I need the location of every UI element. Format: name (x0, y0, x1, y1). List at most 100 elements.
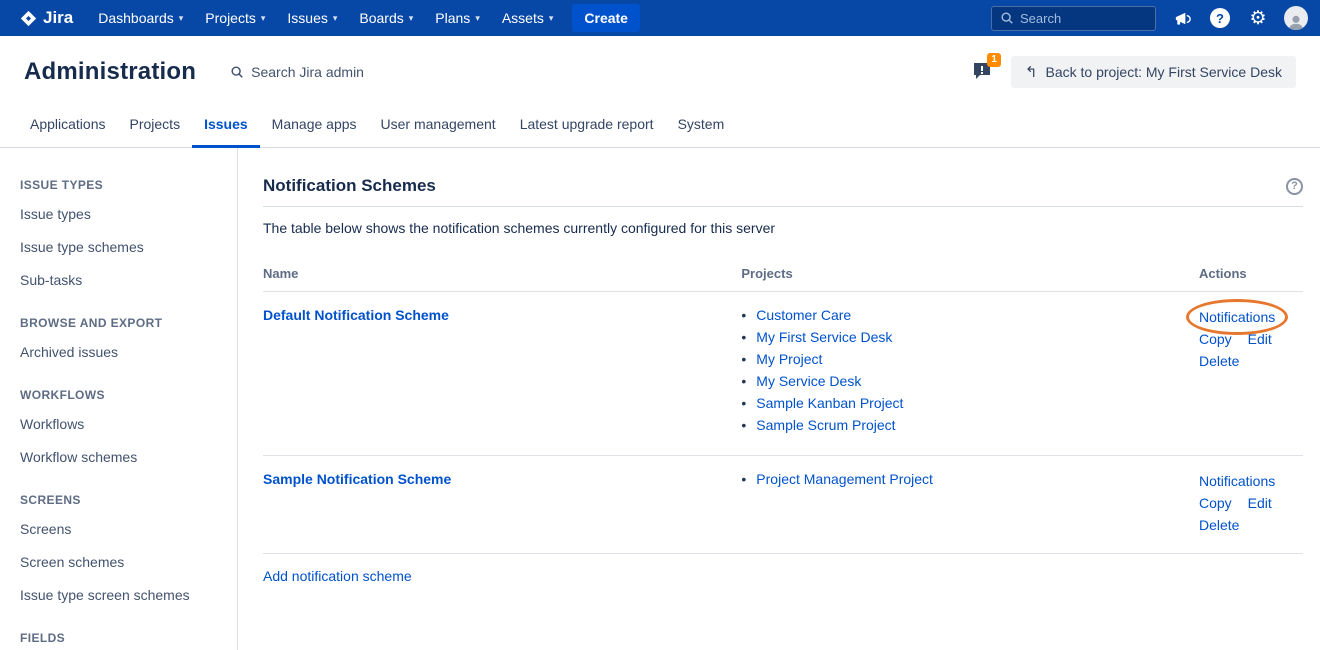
chevron-down-icon: ▾ (333, 13, 338, 24)
nav-assets[interactable]: Assets▾ (491, 0, 565, 36)
chevron-down-icon: ▾ (179, 13, 184, 24)
projects-list: Project Management Project (741, 471, 1199, 487)
notifications-link[interactable]: Notifications (1199, 473, 1275, 489)
list-item: Customer Care (741, 307, 1199, 323)
tab-manage-apps[interactable]: Manage apps (260, 106, 369, 147)
project-link[interactable]: Sample Kanban Project (756, 395, 903, 411)
sidebar-section-title: WORKFLOWS (20, 388, 227, 402)
copy-link[interactable]: Copy (1199, 331, 1232, 347)
tab-issues[interactable]: Issues (192, 106, 260, 148)
list-item: My Service Desk (741, 373, 1199, 389)
help-icon[interactable]: ? (1208, 6, 1232, 30)
table-row: Sample Notification Scheme Project Manag… (263, 456, 1303, 554)
project-link[interactable]: Project Management Project (756, 471, 933, 487)
feedback-badge: 1 (987, 53, 1001, 67)
global-search[interactable] (991, 6, 1156, 31)
sidebar-item-sub-tasks[interactable]: Sub-tasks (20, 272, 227, 288)
sidebar-section-issue-types: ISSUE TYPES Issue types Issue type schem… (20, 178, 227, 288)
search-icon (1000, 11, 1014, 25)
project-link[interactable]: Customer Care (756, 307, 851, 323)
project-link[interactable]: My Project (756, 351, 822, 367)
sidebar-item-screen-schemes[interactable]: Screen schemes (20, 554, 227, 570)
edit-link[interactable]: Edit (1248, 495, 1272, 511)
navbar-right: ? ⚙ (991, 6, 1308, 31)
chevron-down-icon: ▾ (549, 13, 554, 24)
main-content: Notification Schemes ? The table below s… (238, 148, 1320, 650)
sidebar-item-archived-issues[interactable]: Archived issues (20, 344, 227, 360)
search-icon (230, 65, 244, 79)
section-title: Notification Schemes (263, 176, 436, 196)
sidebar-item-screens[interactable]: Screens (20, 521, 227, 537)
nav-dashboards[interactable]: Dashboards▾ (87, 0, 194, 36)
feedback-icon[interactable]: 1 (971, 60, 997, 84)
sidebar-section-fields: FIELDS Custom fields (20, 631, 227, 650)
nav-projects[interactable]: Projects▾ (194, 0, 276, 36)
actions-cell: Notifications Copy Edit Delete (1199, 471, 1303, 536)
tab-projects[interactable]: Projects (118, 106, 193, 147)
top-navbar: Jira Dashboards▾ Projects▾ Issues▾ Board… (0, 0, 1320, 36)
projects-list: Customer Care My First Service Desk My P… (741, 307, 1199, 433)
admin-sidebar: ISSUE TYPES Issue types Issue type schem… (0, 148, 238, 650)
admin-header: Administration Search Jira admin 1 ↰ Bac… (0, 36, 1320, 106)
admin-tabs: Applications Projects Issues Manage apps… (0, 106, 1320, 148)
admin-search[interactable]: Search Jira admin (230, 64, 364, 80)
project-link[interactable]: My First Service Desk (756, 329, 892, 345)
column-header-name: Name (263, 260, 741, 292)
nav-issues[interactable]: Issues▾ (276, 0, 348, 36)
sidebar-item-issue-types[interactable]: Issue types (20, 206, 227, 222)
sidebar-item-workflows[interactable]: Workflows (20, 416, 227, 432)
back-button-label: Back to project: My First Service Desk (1045, 64, 1282, 80)
sidebar-section-screens: SCREENS Screens Screen schemes Issue typ… (20, 493, 227, 603)
actions-cell: Notifications Copy Edit Delete (1199, 307, 1303, 372)
add-notification-scheme-link[interactable]: Add notification scheme (263, 568, 412, 584)
create-button[interactable]: Create (572, 4, 640, 32)
gear-icon[interactable]: ⚙ (1246, 6, 1270, 30)
chevron-down-icon: ▾ (475, 13, 480, 24)
back-arrow-icon: ↰ (1025, 63, 1038, 81)
column-header-projects: Projects (741, 260, 1199, 292)
admin-search-label: Search Jira admin (251, 64, 364, 80)
sidebar-section-title: SCREENS (20, 493, 227, 507)
sidebar-section-browse-export: BROWSE AND EXPORT Archived issues (20, 316, 227, 360)
admin-header-right: 1 ↰ Back to project: My First Service De… (971, 56, 1296, 88)
help-icon[interactable]: ? (1286, 178, 1303, 195)
sidebar-section-workflows: WORKFLOWS Workflows Workflow schemes (20, 388, 227, 465)
notification-schemes-table: Name Projects Actions Default Notificati… (263, 260, 1303, 554)
sidebar-item-issue-type-screen-schemes[interactable]: Issue type screen schemes (20, 587, 227, 603)
primary-nav: Dashboards▾ Projects▾ Issues▾ Boards▾ Pl… (87, 0, 564, 36)
back-to-project-button[interactable]: ↰ Back to project: My First Service Desk (1011, 56, 1296, 88)
tab-latest-upgrade-report[interactable]: Latest upgrade report (508, 106, 666, 147)
tab-applications[interactable]: Applications (18, 106, 118, 147)
edit-link[interactable]: Edit (1248, 331, 1272, 347)
main-heading-row: Notification Schemes ? (263, 176, 1303, 207)
sidebar-item-issue-type-schemes[interactable]: Issue type schemes (20, 239, 227, 255)
copy-link[interactable]: Copy (1199, 495, 1232, 511)
delete-link[interactable]: Delete (1199, 353, 1239, 369)
global-search-input[interactable] (1020, 11, 1140, 26)
scheme-name-link[interactable]: Sample Notification Scheme (263, 471, 451, 487)
project-link[interactable]: Sample Scrum Project (756, 417, 895, 433)
delete-link[interactable]: Delete (1199, 517, 1239, 533)
user-avatar[interactable] (1284, 6, 1308, 30)
list-item: My Project (741, 351, 1199, 367)
megaphone-icon[interactable] (1170, 6, 1194, 30)
list-item: Project Management Project (741, 471, 1199, 487)
sidebar-section-title: ISSUE TYPES (20, 178, 227, 192)
list-item: Sample Kanban Project (741, 395, 1199, 411)
sidebar-item-workflow-schemes[interactable]: Workflow schemes (20, 449, 227, 465)
tab-system[interactable]: System (666, 106, 737, 147)
list-item: Sample Scrum Project (741, 417, 1199, 433)
scheme-name-link[interactable]: Default Notification Scheme (263, 307, 449, 323)
project-link[interactable]: My Service Desk (756, 373, 861, 389)
chevron-down-icon: ▾ (409, 13, 414, 24)
nav-boards[interactable]: Boards▾ (348, 0, 424, 36)
jira-logo-icon (20, 10, 37, 27)
table-row: Default Notification Scheme Customer Car… (263, 292, 1303, 456)
tab-user-management[interactable]: User management (369, 106, 508, 147)
page-title: Administration (24, 58, 196, 86)
notifications-link[interactable]: Notifications (1199, 309, 1275, 325)
notifications-annotation: Notifications (1199, 307, 1275, 328)
jira-logo[interactable]: Jira (12, 8, 87, 28)
nav-plans[interactable]: Plans▾ (424, 0, 491, 36)
jira-logo-text: Jira (43, 8, 73, 28)
